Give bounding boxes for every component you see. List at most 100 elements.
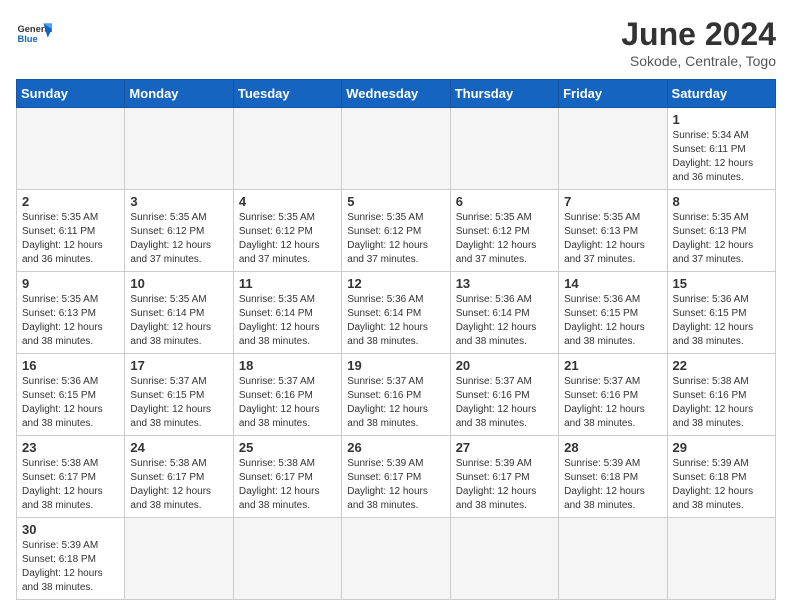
calendar-cell: 21Sunrise: 5:37 AM Sunset: 6:16 PM Dayli…	[559, 354, 667, 436]
day-info: Sunrise: 5:35 AM Sunset: 6:13 PM Dayligh…	[673, 211, 770, 267]
day-info: Sunrise: 5:39 AM Sunset: 6:18 PM Dayligh…	[564, 457, 661, 513]
calendar-cell: 29Sunrise: 5:39 AM Sunset: 6:18 PM Dayli…	[667, 436, 775, 518]
day-number: 27	[456, 440, 553, 455]
calendar-cell	[342, 518, 450, 600]
calendar-cell: 5Sunrise: 5:35 AM Sunset: 6:12 PM Daylig…	[342, 190, 450, 272]
day-info: Sunrise: 5:35 AM Sunset: 6:12 PM Dayligh…	[239, 211, 336, 267]
calendar-cell	[125, 108, 233, 190]
day-info: Sunrise: 5:35 AM Sunset: 6:12 PM Dayligh…	[130, 211, 227, 267]
calendar-cell: 17Sunrise: 5:37 AM Sunset: 6:15 PM Dayli…	[125, 354, 233, 436]
day-number: 14	[564, 276, 661, 291]
calendar-cell: 18 Sunrise: 5:37 AM Sunset: 6:16 PM Dayli…	[233, 354, 341, 436]
calendar-cell: 22Sunrise: 5:38 AM Sunset: 6:16 PM Dayli…	[667, 354, 775, 436]
day-info: Sunrise: 5:35 AM Sunset: 6:13 PM Dayligh…	[564, 211, 661, 267]
calendar-cell: 30 Sunrise: 5:39 AM Sunset: 6:18 PM Dayli…	[17, 518, 125, 600]
day-info: Sunrise: 5:37 AM Sunset: 6:16 PM Dayligh…	[456, 375, 553, 431]
day-info: Sunrise: 5:36 AM Sunset: 6:15 PM Dayligh…	[22, 375, 119, 431]
calendar-cell: 24 Sunrise: 5:38 AM Sunset: 6:17 PM Dayli…	[125, 436, 233, 518]
day-info: Sunrise: 5:35 AM Sunset: 6:13 PM Dayligh…	[22, 293, 119, 349]
day-number: 28	[564, 440, 661, 455]
calendar-cell: 11 Sunrise: 5:35 AM Sunset: 6:14 PM Dayli…	[233, 272, 341, 354]
day-info: Sunrise: 5:36 AM Sunset: 6:14 PM Dayligh…	[347, 293, 444, 349]
page-header: General Blue June 2024 Sokode, Centrale,…	[16, 16, 776, 69]
calendar-header-row: SundayMondayTuesdayWednesdayThursdayFrid…	[17, 80, 776, 108]
day-number: 12	[347, 276, 444, 291]
day-info: Sunrise: 5:38 AM Sunset: 6:17 PM Dayligh…	[130, 457, 227, 513]
logo-icon: General Blue	[16, 16, 52, 52]
logo: General Blue	[16, 16, 52, 52]
day-info: Sunrise: 5:38 AM Sunset: 6:17 PM Dayligh…	[239, 457, 336, 513]
day-info: Sunrise: 5:36 AM Sunset: 6:15 PM Dayligh…	[564, 293, 661, 349]
calendar-week-row: 9 Sunrise: 5:35 AM Sunset: 6:13 PM Daylig…	[17, 272, 776, 354]
day-info: Sunrise: 5:35 AM Sunset: 6:12 PM Dayligh…	[347, 211, 444, 267]
calendar-table: SundayMondayTuesdayWednesdayThursdayFrid…	[16, 79, 776, 600]
calendar-cell: 10Sunrise: 5:35 AM Sunset: 6:14 PM Dayli…	[125, 272, 233, 354]
day-header-sunday: Sunday	[17, 80, 125, 108]
calendar-cell: 16 Sunrise: 5:36 AM Sunset: 6:15 PM Dayli…	[17, 354, 125, 436]
day-info: Sunrise: 5:37 AM Sunset: 6:16 PM Dayligh…	[347, 375, 444, 431]
day-number: 2	[22, 194, 119, 209]
svg-text:Blue: Blue	[17, 34, 37, 44]
day-info: Sunrise: 5:38 AM Sunset: 6:16 PM Dayligh…	[673, 375, 770, 431]
day-info: Sunrise: 5:35 AM Sunset: 6:11 PM Dayligh…	[22, 211, 119, 267]
day-header-saturday: Saturday	[667, 80, 775, 108]
calendar-cell: 28 Sunrise: 5:39 AM Sunset: 6:18 PM Dayli…	[559, 436, 667, 518]
day-info: Sunrise: 5:37 AM Sunset: 6:16 PM Dayligh…	[564, 375, 661, 431]
calendar-week-row: 1 Sunrise: 5:34 AM Sunset: 6:11 PM Daylig…	[17, 108, 776, 190]
calendar-cell: 6Sunrise: 5:35 AM Sunset: 6:12 PM Daylig…	[450, 190, 558, 272]
location-subtitle: Sokode, Centrale, Togo	[621, 53, 776, 69]
calendar-week-row: 16 Sunrise: 5:36 AM Sunset: 6:15 PM Dayli…	[17, 354, 776, 436]
day-info: Sunrise: 5:35 AM Sunset: 6:14 PM Dayligh…	[239, 293, 336, 349]
calendar-cell	[559, 108, 667, 190]
calendar-cell: 8 Sunrise: 5:35 AM Sunset: 6:13 PM Daylig…	[667, 190, 775, 272]
day-number: 17	[130, 358, 227, 373]
day-header-friday: Friday	[559, 80, 667, 108]
title-block: June 2024 Sokode, Centrale, Togo	[621, 16, 776, 69]
calendar-cell	[233, 108, 341, 190]
calendar-cell: 4Sunrise: 5:35 AM Sunset: 6:12 PM Daylig…	[233, 190, 341, 272]
day-info: Sunrise: 5:39 AM Sunset: 6:18 PM Dayligh…	[22, 539, 119, 595]
day-number: 23	[22, 440, 119, 455]
day-number: 9	[22, 276, 119, 291]
day-info: Sunrise: 5:39 AM Sunset: 6:17 PM Dayligh…	[456, 457, 553, 513]
calendar-cell	[559, 518, 667, 600]
day-number: 3	[130, 194, 227, 209]
calendar-week-row: 23 Sunrise: 5:38 AM Sunset: 6:17 PM Dayli…	[17, 436, 776, 518]
day-number: 8	[673, 194, 770, 209]
day-number: 16	[22, 358, 119, 373]
day-info: Sunrise: 5:36 AM Sunset: 6:14 PM Dayligh…	[456, 293, 553, 349]
calendar-cell: 25 Sunrise: 5:38 AM Sunset: 6:17 PM Dayli…	[233, 436, 341, 518]
calendar-cell	[667, 518, 775, 600]
calendar-cell: 7Sunrise: 5:35 AM Sunset: 6:13 PM Daylig…	[559, 190, 667, 272]
calendar-week-row: 30 Sunrise: 5:39 AM Sunset: 6:18 PM Dayli…	[17, 518, 776, 600]
calendar-cell	[450, 108, 558, 190]
day-number: 19	[347, 358, 444, 373]
month-title: June 2024	[621, 16, 776, 53]
day-number: 25	[239, 440, 336, 455]
day-info: Sunrise: 5:37 AM Sunset: 6:16 PM Dayligh…	[239, 375, 336, 431]
calendar-cell: 14 Sunrise: 5:36 AM Sunset: 6:15 PM Dayli…	[559, 272, 667, 354]
day-info: Sunrise: 5:39 AM Sunset: 6:18 PM Dayligh…	[673, 457, 770, 513]
day-number: 13	[456, 276, 553, 291]
calendar-cell: 20 Sunrise: 5:37 AM Sunset: 6:16 PM Dayli…	[450, 354, 558, 436]
day-number: 30	[22, 522, 119, 537]
calendar-cell	[125, 518, 233, 600]
day-number: 11	[239, 276, 336, 291]
day-number: 6	[456, 194, 553, 209]
day-number: 24	[130, 440, 227, 455]
calendar-cell: 3 Sunrise: 5:35 AM Sunset: 6:12 PM Daylig…	[125, 190, 233, 272]
day-info: Sunrise: 5:38 AM Sunset: 6:17 PM Dayligh…	[22, 457, 119, 513]
day-info: Sunrise: 5:39 AM Sunset: 6:17 PM Dayligh…	[347, 457, 444, 513]
calendar-cell: 26 Sunrise: 5:39 AM Sunset: 6:17 PM Dayli…	[342, 436, 450, 518]
day-number: 26	[347, 440, 444, 455]
day-number: 1	[673, 112, 770, 127]
day-info: Sunrise: 5:34 AM Sunset: 6:11 PM Dayligh…	[673, 129, 770, 185]
calendar-cell	[450, 518, 558, 600]
calendar-cell: 2 Sunrise: 5:35 AM Sunset: 6:11 PM Daylig…	[17, 190, 125, 272]
day-number: 20	[456, 358, 553, 373]
calendar-cell: 12 Sunrise: 5:36 AM Sunset: 6:14 PM Dayli…	[342, 272, 450, 354]
calendar-cell	[17, 108, 125, 190]
day-header-thursday: Thursday	[450, 80, 558, 108]
day-number: 18	[239, 358, 336, 373]
day-header-monday: Monday	[125, 80, 233, 108]
